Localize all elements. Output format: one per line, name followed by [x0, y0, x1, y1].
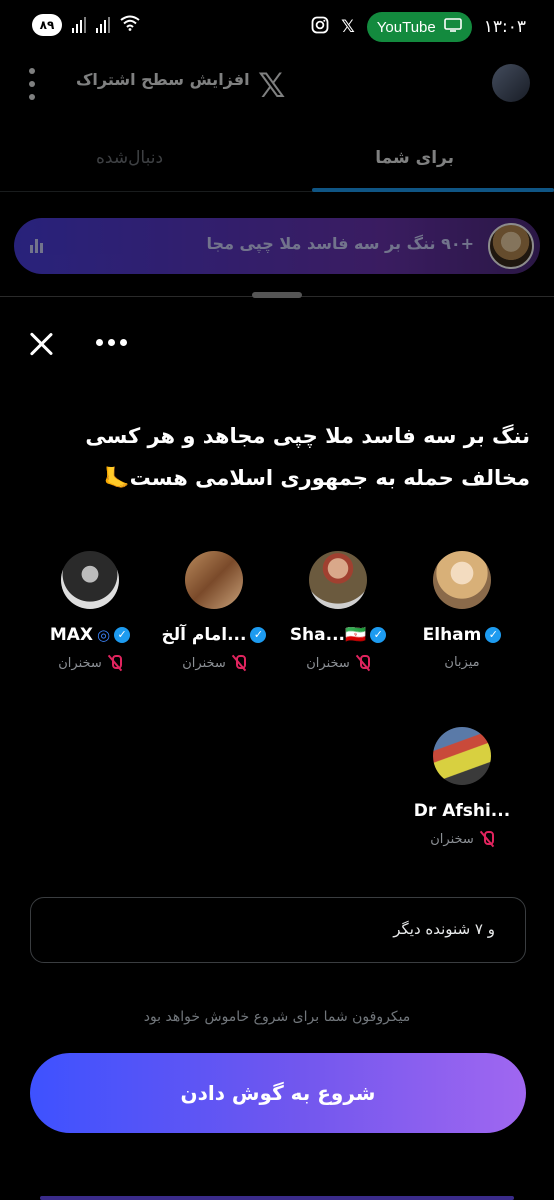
wifi-icon	[120, 15, 140, 35]
participant-card[interactable]: Sha...🇮🇷 ✓ سخنران	[278, 551, 398, 671]
mic-note: میکروفون شما برای شروع خاموش خواهد بود	[143, 1009, 411, 1025]
participant-role: سخنران	[30, 655, 150, 671]
participant-role: سخنران	[154, 655, 274, 671]
space-pill[interactable]: +۹۰ ننگ بر سه فاسد ملا چپی مجا	[14, 218, 540, 274]
listeners-count: و ۷ شنونده دیگر	[393, 920, 495, 938]
youtube-pill[interactable]: YouTube	[366, 12, 472, 42]
verified-badge-icon: ✓	[485, 627, 502, 643]
more-horizontal-icon[interactable]	[96, 339, 127, 346]
mic-off-icon	[356, 655, 370, 671]
avatar	[433, 551, 491, 609]
mic-off-icon	[108, 655, 122, 671]
signal-icon-2	[96, 17, 110, 33]
instagram-icon	[311, 16, 329, 38]
participant-card[interactable]: امام آلخ... ✓ سخنران	[154, 551, 274, 671]
profile-avatar[interactable]	[492, 64, 530, 102]
status-bar: ۸۹ 𝕏 YouTube ۱۳:۰۳	[0, 0, 554, 54]
timeline-header: افزایش سطح اشتراک 𝕏 دنبال‌شده برای شما +…	[0, 54, 554, 299]
verified-badge-icon: ✓	[250, 627, 267, 643]
participant-role: سخنران	[278, 655, 398, 671]
space-pill-text: +۹۰ ننگ بر سه فاسد ملا چپی مجا	[206, 234, 474, 253]
participant-role: سخنران	[402, 831, 522, 847]
start-listening-button[interactable]: شروع به گوش دادن	[30, 1053, 526, 1133]
more-vertical-icon[interactable]	[26, 68, 38, 100]
active-tab-indicator	[312, 188, 554, 192]
audio-bars-icon	[30, 239, 43, 253]
participant-name: امام آلخ... ✓	[154, 625, 274, 645]
tab-for-you[interactable]: برای شما	[375, 148, 454, 168]
participant-card[interactable]: MAX ◎ ✓ سخنران	[30, 551, 150, 671]
verified-badge-icon: ✓	[370, 627, 387, 643]
x-notification-icon: 𝕏	[341, 17, 355, 37]
space-title: ننگ بر سه فاسد ملا چپی مجاهد و هر کسی مخ…	[85, 424, 530, 490]
space-host-avatar	[488, 223, 534, 269]
mic-off-icon	[480, 831, 494, 847]
tab-following[interactable]: دنبال‌شده	[96, 148, 163, 168]
avatar	[185, 551, 243, 609]
avatar	[61, 551, 119, 609]
participant-name: Elham ✓	[402, 625, 522, 645]
participant-name: Dr Afshi...	[413, 801, 511, 821]
timeline-tabs: دنبال‌شده برای شما	[0, 134, 554, 192]
mic-off-icon	[232, 655, 246, 671]
x-logo-icon: 𝕏	[258, 66, 286, 106]
participant-card[interactable]: Dr Afshi... سخنران	[402, 727, 522, 847]
start-listening-label: شروع به گوش دادن	[180, 1081, 376, 1105]
fingerprint-icon: ◎	[97, 626, 111, 644]
clock: ۱۳:۰۳	[483, 17, 526, 37]
youtube-label: YouTube	[376, 18, 436, 36]
space-sheet: ننگ بر سه فاسد ملا چپی مجاهد و هر کسی مخ…	[0, 292, 554, 1200]
participant-card[interactable]: Elham ✓ میزبان	[402, 551, 522, 670]
participant-role: میزبان	[444, 655, 480, 670]
avatar	[309, 551, 367, 609]
close-icon[interactable]	[28, 331, 54, 357]
verified-badge-icon: ✓	[114, 627, 131, 643]
participant-name: MAX ◎ ✓	[30, 625, 150, 645]
signal-icon	[72, 17, 86, 33]
home-indicator	[40, 1196, 514, 1200]
listeners-box[interactable]: و ۷ شنونده دیگر	[30, 897, 526, 963]
screen-icon	[443, 18, 462, 36]
upgrade-link[interactable]: افزایش سطح اشتراک	[76, 70, 250, 89]
avatar	[433, 727, 491, 785]
battery-indicator: ۸۹	[32, 14, 62, 36]
participant-name: Sha...🇮🇷 ✓	[278, 625, 398, 645]
sheet-grabber[interactable]	[252, 292, 302, 298]
